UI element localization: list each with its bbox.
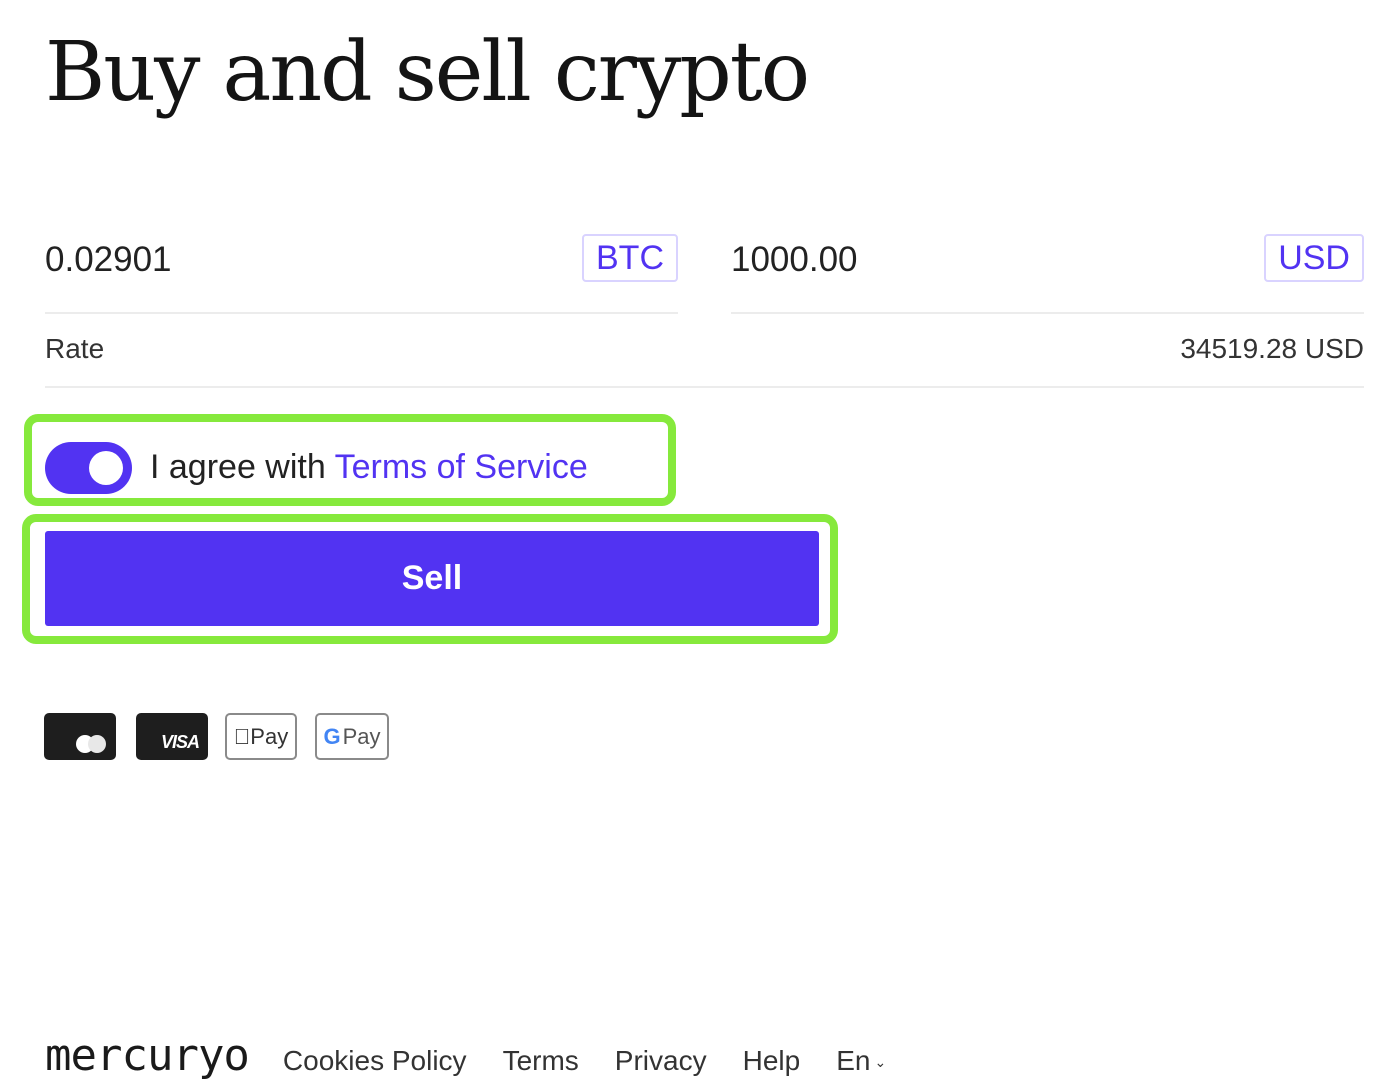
terms-of-service-link[interactable]: Terms of Service [335,448,588,486]
crypto-currency-selector[interactable]: BTC [582,234,678,282]
fiat-amount-field[interactable]: 1000.00 USD [731,234,1364,314]
sell-button[interactable]: Sell [45,531,819,626]
toggle-knob [89,451,123,485]
google-pay-icon: GPay [315,713,389,760]
footer-link-cookies-policy[interactable]: Cookies Policy [283,1045,467,1077]
terms-toggle[interactable] [45,442,132,494]
agreement-label: I agree with [150,448,335,486]
fiat-currency-selector[interactable]: USD [1264,234,1364,282]
rate-value: 34519.28 USD [1180,333,1364,364]
mercuryo-logo[interactable]: mercuryo [45,1030,250,1081]
chevron-down-icon: ⌄ [874,1054,887,1071]
crypto-amount-input[interactable]: 0.02901 [45,240,172,280]
crypto-amount-field[interactable]: 0.02901 BTC [45,234,678,314]
footer: mercuryo Cookies Policy Terms Privacy He… [45,1030,886,1081]
footer-link-terms[interactable]: Terms [503,1045,579,1077]
visa-icon: VISA [136,713,208,760]
rate-label: Rate [45,333,105,364]
apple-pay-icon: Pay [225,713,297,760]
language-selector[interactable]: En ⌄ [836,1045,886,1077]
page-title: Buy and sell crypto [45,25,810,120]
footer-link-privacy[interactable]: Privacy [615,1045,707,1077]
mastercard-icon [44,713,116,760]
rate-row: Rate 34519.28 USD [45,316,1364,388]
agreement-text: I agree with Terms of Service [150,448,588,487]
footer-link-help[interactable]: Help [743,1045,801,1077]
fiat-amount-input[interactable]: 1000.00 [731,240,858,280]
